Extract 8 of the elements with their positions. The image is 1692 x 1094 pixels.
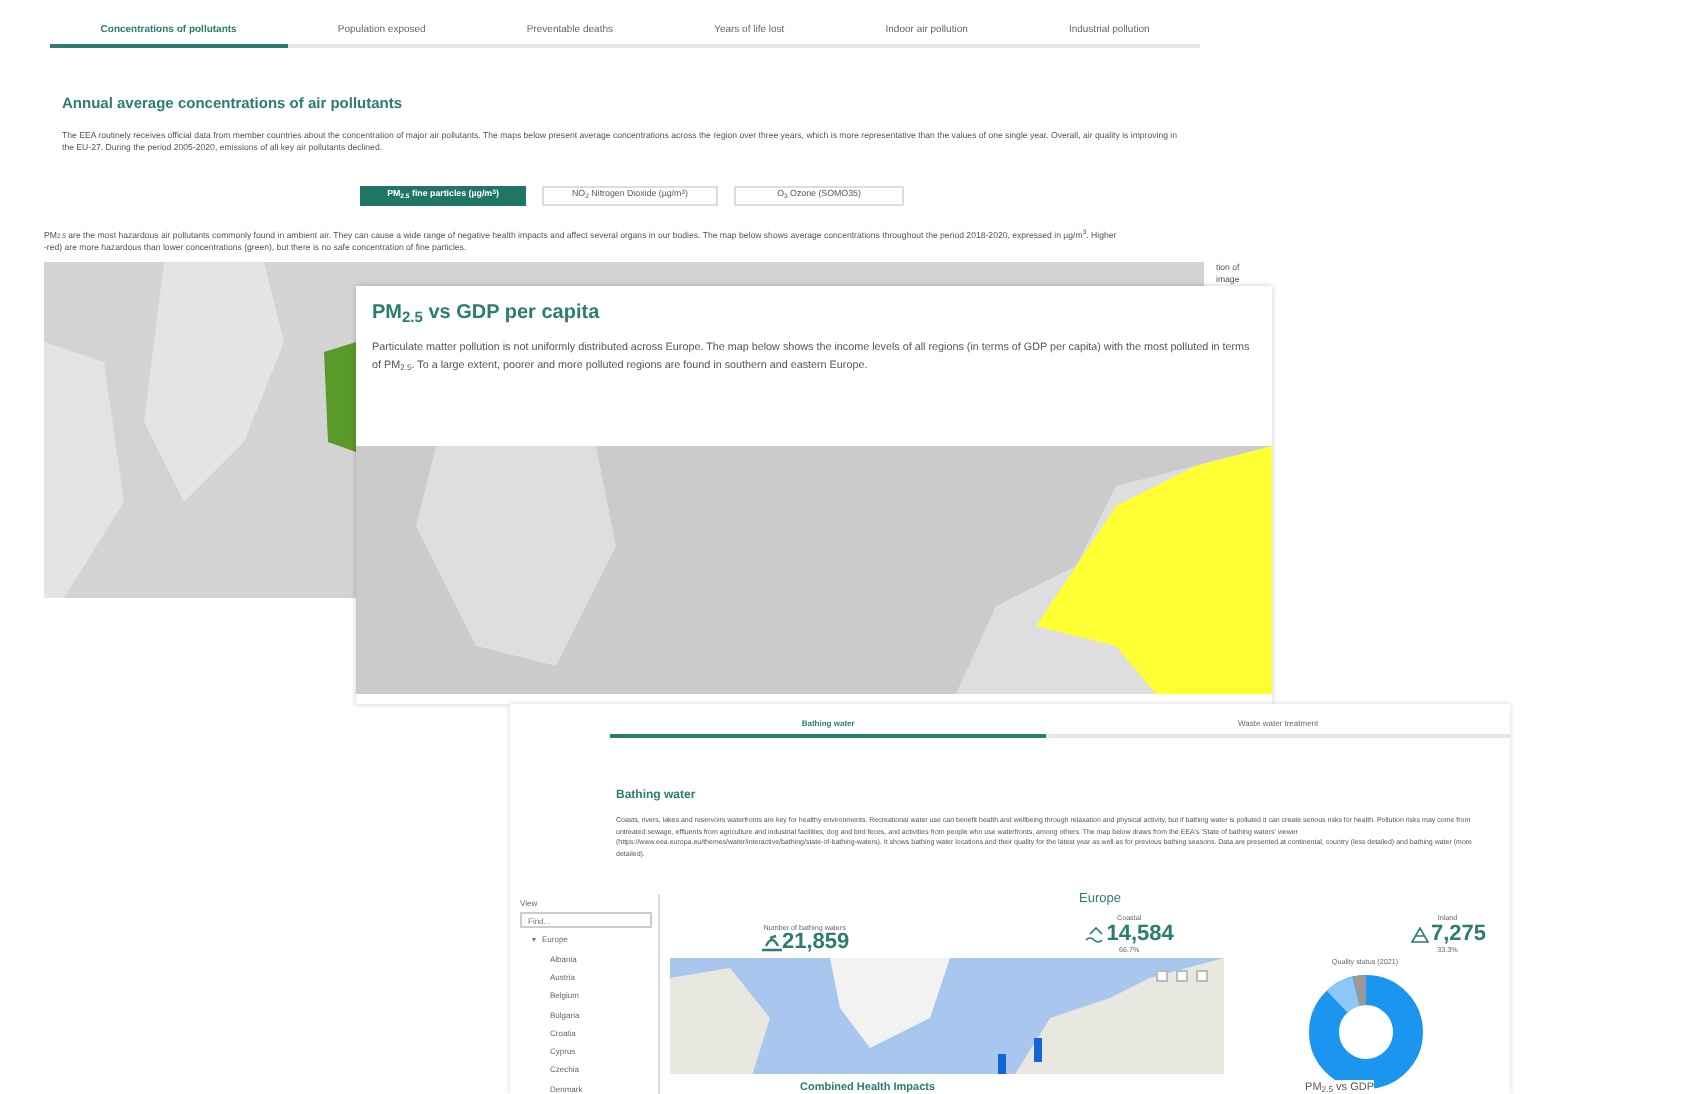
- stat-value: 21,859: [782, 931, 850, 954]
- section-title: PM$_{2.5}$ vs GDP per capita: [372, 300, 602, 328]
- coastal-water-icon: [1084, 924, 1107, 945]
- stat-value: 7,275: [1430, 923, 1486, 946]
- total-water-icon: [760, 932, 782, 953]
- inland-water-icon: [1408, 924, 1431, 945]
- donut-chart-drawing: [1307, 974, 1423, 1091]
- stat-value: 14,584: [1106, 923, 1174, 946]
